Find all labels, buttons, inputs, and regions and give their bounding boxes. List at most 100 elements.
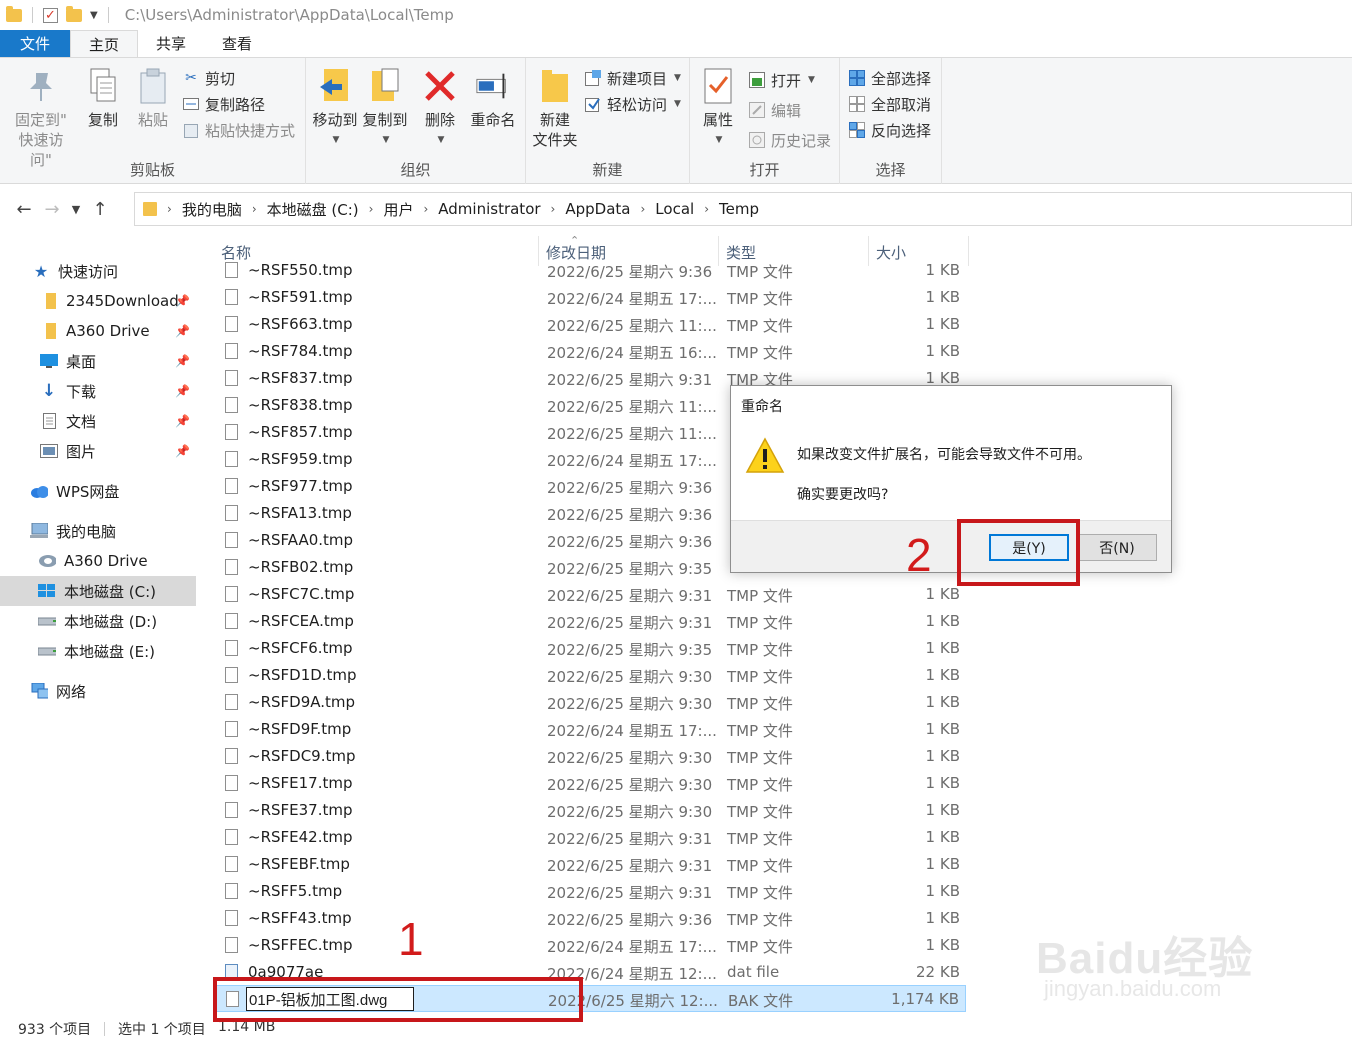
- easy-access-button[interactable]: 轻松访问 ▼: [584, 92, 681, 116]
- new-folder-icon: [537, 66, 573, 106]
- file-row[interactable]: ~RSFDC9.tmp 2022/6/25 星期六 9:30 TMP 文件 1 KB: [216, 743, 966, 770]
- file-row[interactable]: ~RSFFEC.tmp 2022/6/24 星期五 17:... TMP 文件 1 K…: [216, 932, 966, 959]
- breadcrumb-appdata[interactable]: AppData: [565, 200, 630, 218]
- new-folder-icon[interactable]: [66, 5, 82, 22]
- file-row[interactable]: ~RSFE17.tmp 2022/6/25 星期六 9:30 TMP 文件 1 KB: [216, 770, 966, 797]
- chevron-right-icon[interactable]: ›: [167, 202, 172, 216]
- nav-this-pc[interactable]: 我的电脑: [0, 516, 196, 546]
- file-row[interactable]: ~RSFD1D.tmp 2022/6/25 星期六 9:30 TMP 文件 1 KB: [216, 662, 966, 689]
- open-button[interactable]: 打开 ▼: [748, 68, 815, 92]
- address-bar[interactable]: › 我的电脑 › 本地磁盘 (C:) › 用户 › Administrator …: [134, 192, 1352, 226]
- nav-item-a360-drive[interactable]: A360 Drive 📌: [0, 316, 196, 346]
- file-name: ~RSFD9A.tmp: [248, 693, 356, 711]
- select-none-button[interactable]: 全部取消: [848, 92, 931, 116]
- file-row[interactable]: ~RSFF5.tmp 2022/6/25 星期六 9:31 TMP 文件 1 KB: [216, 878, 966, 905]
- pin-icon[interactable]: 📌: [175, 354, 190, 368]
- tab-view[interactable]: 查看: [204, 30, 270, 57]
- pin-to-quick-access-button[interactable]: 固定到" 快速访问": [8, 66, 74, 170]
- nav-item-pictures[interactable]: 图片 📌: [0, 436, 196, 466]
- copy-to-button[interactable]: 复制到 ▼: [362, 66, 408, 150]
- edit-icon: [748, 101, 766, 119]
- nav-item-desktop[interactable]: 桌面 📌: [0, 346, 196, 376]
- paste-shortcut-icon: [182, 121, 200, 139]
- folder-icon: [40, 293, 58, 309]
- tab-file[interactable]: 文件: [0, 30, 70, 57]
- chevron-right-icon[interactable]: ›: [704, 202, 709, 216]
- file-icon: [225, 883, 238, 899]
- chevron-right-icon[interactable]: ›: [423, 202, 428, 216]
- file-row[interactable]: ~RSFC7C.tmp 2022/6/25 星期六 9:31 TMP 文件 1 KB: [216, 581, 966, 608]
- nav-network[interactable]: 网络: [0, 676, 196, 706]
- rename-button[interactable]: 重命名: [466, 66, 520, 130]
- file-row[interactable]: ~RSFD9F.tmp 2022/6/24 星期五 17:... TMP 文件 1 K…: [216, 716, 966, 743]
- quick-access-toolbar: ✓ ▼: [0, 5, 111, 23]
- tab-home[interactable]: 主页: [70, 30, 139, 57]
- chevron-right-icon[interactable]: ›: [640, 202, 645, 216]
- file-row[interactable]: ~RSFD9A.tmp 2022/6/25 星期六 9:30 TMP 文件 1 KB: [216, 689, 966, 716]
- file-row[interactable]: ~RSF591.tmp 2022/6/24 星期五 17:... TMP 文件 1 K…: [216, 284, 966, 311]
- no-button[interactable]: 否(N): [1077, 534, 1157, 561]
- pin-icon[interactable]: 📌: [175, 294, 190, 308]
- copy-path-button[interactable]: 复制路径: [182, 92, 265, 116]
- chevron-right-icon[interactable]: ›: [369, 202, 374, 216]
- file-row[interactable]: ~RSFEBF.tmp 2022/6/25 星期六 9:31 TMP 文件 1 KB: [216, 851, 966, 878]
- move-to-button[interactable]: 移动到 ▼: [312, 66, 358, 150]
- nav-item-drive-c[interactable]: 本地磁盘 (C:): [0, 576, 196, 606]
- nav-item-a360-drive-pc[interactable]: A360 Drive: [0, 546, 196, 576]
- file-row[interactable]: ~RSFE37.tmp 2022/6/25 星期六 9:30 TMP 文件 1 KB: [216, 797, 966, 824]
- file-type: TMP 文件: [727, 614, 793, 632]
- breadcrumb-temp[interactable]: Temp: [719, 200, 759, 218]
- new-group-label: 新建: [592, 161, 623, 179]
- pin-icon[interactable]: 📌: [175, 384, 190, 398]
- new-item-button[interactable]: 新建项目 ▼: [584, 66, 681, 90]
- tab-share[interactable]: 共享: [138, 30, 204, 57]
- file-row[interactable]: ~RSF784.tmp 2022/6/24 星期五 16:... TMP 文件 1 K…: [216, 338, 966, 365]
- nav-item-documents[interactable]: 文档 📌: [0, 406, 196, 436]
- breadcrumb-users[interactable]: 用户: [383, 199, 413, 220]
- nav-item-drive-d[interactable]: 本地磁盘 (D:): [0, 606, 196, 636]
- easy-access-label: 轻松访问: [607, 95, 668, 114]
- paste-button[interactable]: 粘贴: [132, 66, 174, 130]
- nav-wps-cloud[interactable]: WPS网盘: [0, 476, 196, 506]
- history-button[interactable]: 历史记录: [748, 128, 831, 152]
- pin-icon[interactable]: 📌: [175, 414, 190, 428]
- file-date: 2022/6/25 星期六 9:36: [547, 506, 713, 524]
- properties-check-icon[interactable]: ✓: [43, 7, 58, 23]
- copy-button[interactable]: 复制: [82, 66, 124, 130]
- nav-item-downloads[interactable]: ↓ 下载 📌: [0, 376, 196, 406]
- file-row[interactable]: ~RSFF43.tmp 2022/6/25 星期六 9:36 TMP 文件 1 KB: [216, 905, 966, 932]
- paste-shortcut-button[interactable]: 粘贴快捷方式: [182, 118, 295, 142]
- breadcrumb-this-pc[interactable]: 我的电脑: [182, 199, 242, 220]
- chevron-right-icon[interactable]: ›: [252, 202, 257, 216]
- edit-button[interactable]: 编辑: [748, 98, 801, 122]
- breadcrumb-local[interactable]: Local: [655, 200, 694, 218]
- file-row[interactable]: ~RSF663.tmp 2022/6/25 星期六 11:... TMP 文件 1 K…: [216, 311, 966, 338]
- nav-item-2345download[interactable]: 2345Download 📌: [0, 286, 196, 316]
- new-folder-button[interactable]: 新建 文件夹: [530, 66, 580, 150]
- breadcrumb-administrator[interactable]: Administrator: [438, 200, 540, 218]
- file-row[interactable]: ~RSFCF6.tmp 2022/6/25 星期六 9:35 TMP 文件 1 KB: [216, 635, 966, 662]
- properties-button[interactable]: 属性 ▼: [698, 66, 738, 150]
- nav-item-drive-e[interactable]: 本地磁盘 (E:): [0, 636, 196, 666]
- organize-group: 移动到 ▼ 复制到 ▼ 删除 ▼ 重命名 组织: [306, 58, 526, 184]
- breadcrumb-drive-c[interactable]: 本地磁盘 (C:): [267, 199, 359, 220]
- file-row[interactable]: ~RSF550.tmp 2022/6/25 星期六 9:36 TMP 文件 1 KB: [216, 258, 966, 284]
- chevron-right-icon[interactable]: ›: [551, 202, 556, 216]
- file-row[interactable]: ~RSFCEA.tmp 2022/6/25 星期六 9:31 TMP 文件 1 KB: [216, 608, 966, 635]
- file-type: TMP 文件: [727, 587, 793, 605]
- delete-button[interactable]: 删除 ▼: [420, 66, 460, 150]
- pin-icon[interactable]: 📌: [175, 324, 190, 338]
- cut-button[interactable]: ✂ 剪切: [182, 66, 235, 90]
- nav-quick-access[interactable]: ★ 快速访问: [0, 256, 196, 286]
- file-icon: [225, 532, 238, 548]
- nav-label: 文档: [66, 412, 97, 431]
- pin-icon[interactable]: 📌: [175, 444, 190, 458]
- recent-locations-chevron-icon[interactable]: ▼: [66, 203, 86, 216]
- file-row[interactable]: ~RSFE42.tmp 2022/6/25 星期六 9:31 TMP 文件 1 KB: [216, 824, 966, 851]
- customize-toolbar-chevron-icon[interactable]: ▼: [90, 10, 98, 21]
- invert-selection-button[interactable]: 反向选择: [848, 118, 931, 142]
- up-arrow-icon[interactable]: ↑: [86, 199, 114, 220]
- select-all-button[interactable]: 全部选择: [848, 66, 931, 90]
- forward-arrow-icon[interactable]: →: [38, 199, 66, 220]
- back-arrow-icon[interactable]: ←: [10, 199, 38, 220]
